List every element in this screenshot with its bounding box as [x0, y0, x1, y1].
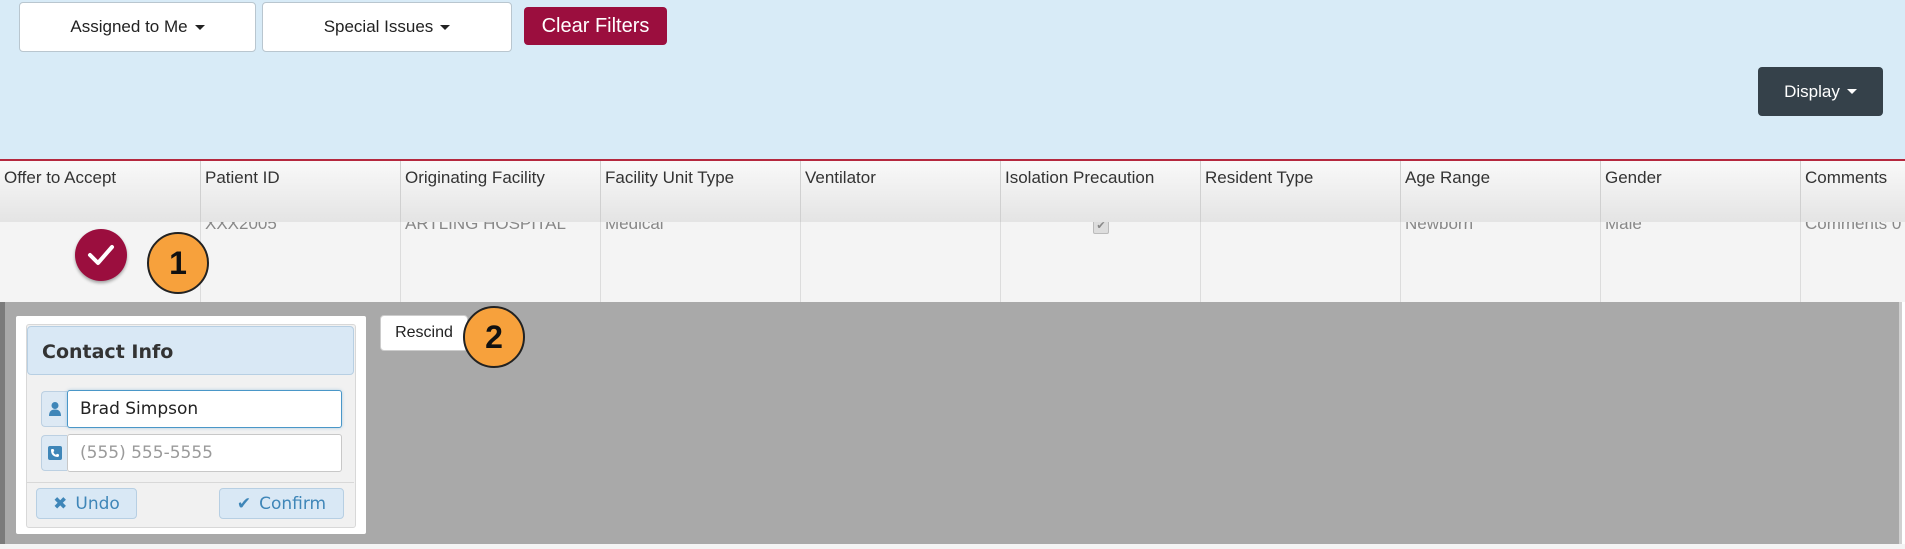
display-label: Display [1784, 81, 1840, 101]
column-header-originating-facility[interactable]: Originating Facility [401, 161, 601, 222]
person-icon [41, 391, 67, 427]
close-icon: ✖ [53, 493, 68, 514]
special-issues-label: Special Issues [323, 17, 434, 36]
caret-down-icon [440, 24, 451, 30]
cell-ventilator [801, 222, 1001, 302]
cell-resident-type [1201, 222, 1401, 302]
confirm-label: Confirm [259, 493, 327, 514]
cell-comments: Comments 0 [1801, 222, 1905, 302]
contact-name-input[interactable] [67, 390, 342, 428]
phone-icon [41, 435, 67, 471]
confirm-button[interactable]: ✔ Confirm [219, 488, 344, 519]
column-header-facility-unit-type[interactable]: Facility Unit Type [601, 161, 801, 222]
column-header-isolation-precaution[interactable]: Isolation Precaution [1001, 161, 1201, 222]
rescind-button[interactable]: Rescind [380, 315, 468, 351]
cell-unit-type: Medical [601, 222, 801, 302]
special-issues-dropdown[interactable]: Special Issues [262, 2, 512, 52]
cell-isolation [1001, 222, 1201, 302]
assigned-to-me-dropdown[interactable]: Assigned to Me [19, 2, 256, 52]
contact-info-title: Contact Info [27, 326, 354, 375]
caret-down-icon [1846, 89, 1857, 94]
table-row[interactable]: XXX2005 ARTLING HOSPITAL Medical Newborn… [0, 222, 1905, 302]
undo-label: Undo [75, 493, 120, 514]
assigned-to-me-label: Assigned to Me [70, 17, 188, 36]
grid-header-row: Offer to Accept Patient ID Originating F… [0, 161, 1905, 223]
column-header-age-range[interactable]: Age Range [1401, 161, 1601, 222]
contact-divider [27, 482, 354, 483]
step-badge-2: 2 [463, 306, 525, 368]
display-dropdown[interactable]: Display [1758, 67, 1883, 116]
step-badge-1: 1 [147, 232, 209, 294]
next-row-stub [0, 544, 1905, 549]
column-header-ventilator[interactable]: Ventilator [801, 161, 1001, 222]
cell-gender: Male [1601, 222, 1801, 302]
column-header-patient-id[interactable]: Patient ID [201, 161, 401, 222]
checkmark-icon [88, 245, 114, 265]
column-header-resident-type[interactable]: Resident Type [1201, 161, 1401, 222]
isolation-checkbox[interactable]: ✔ [1093, 221, 1109, 234]
clear-filters-button[interactable]: Clear Filters [524, 7, 667, 45]
column-header-offer[interactable]: Offer to Accept [0, 161, 201, 222]
cell-originating-facility: ARTLING HOSPITAL [401, 222, 601, 302]
caret-down-icon [194, 24, 205, 30]
cell-age-range: Newborn [1401, 222, 1601, 302]
accept-offer-button[interactable] [75, 229, 127, 281]
undo-button[interactable]: ✖ Undo [36, 488, 137, 519]
column-header-gender[interactable]: Gender [1601, 161, 1801, 222]
column-header-comments[interactable]: Comments [1801, 161, 1905, 222]
cell-patient-id: XXX2005 [201, 222, 401, 302]
contact-phone-input[interactable] [67, 434, 342, 472]
check-icon: ✔ [236, 493, 252, 514]
